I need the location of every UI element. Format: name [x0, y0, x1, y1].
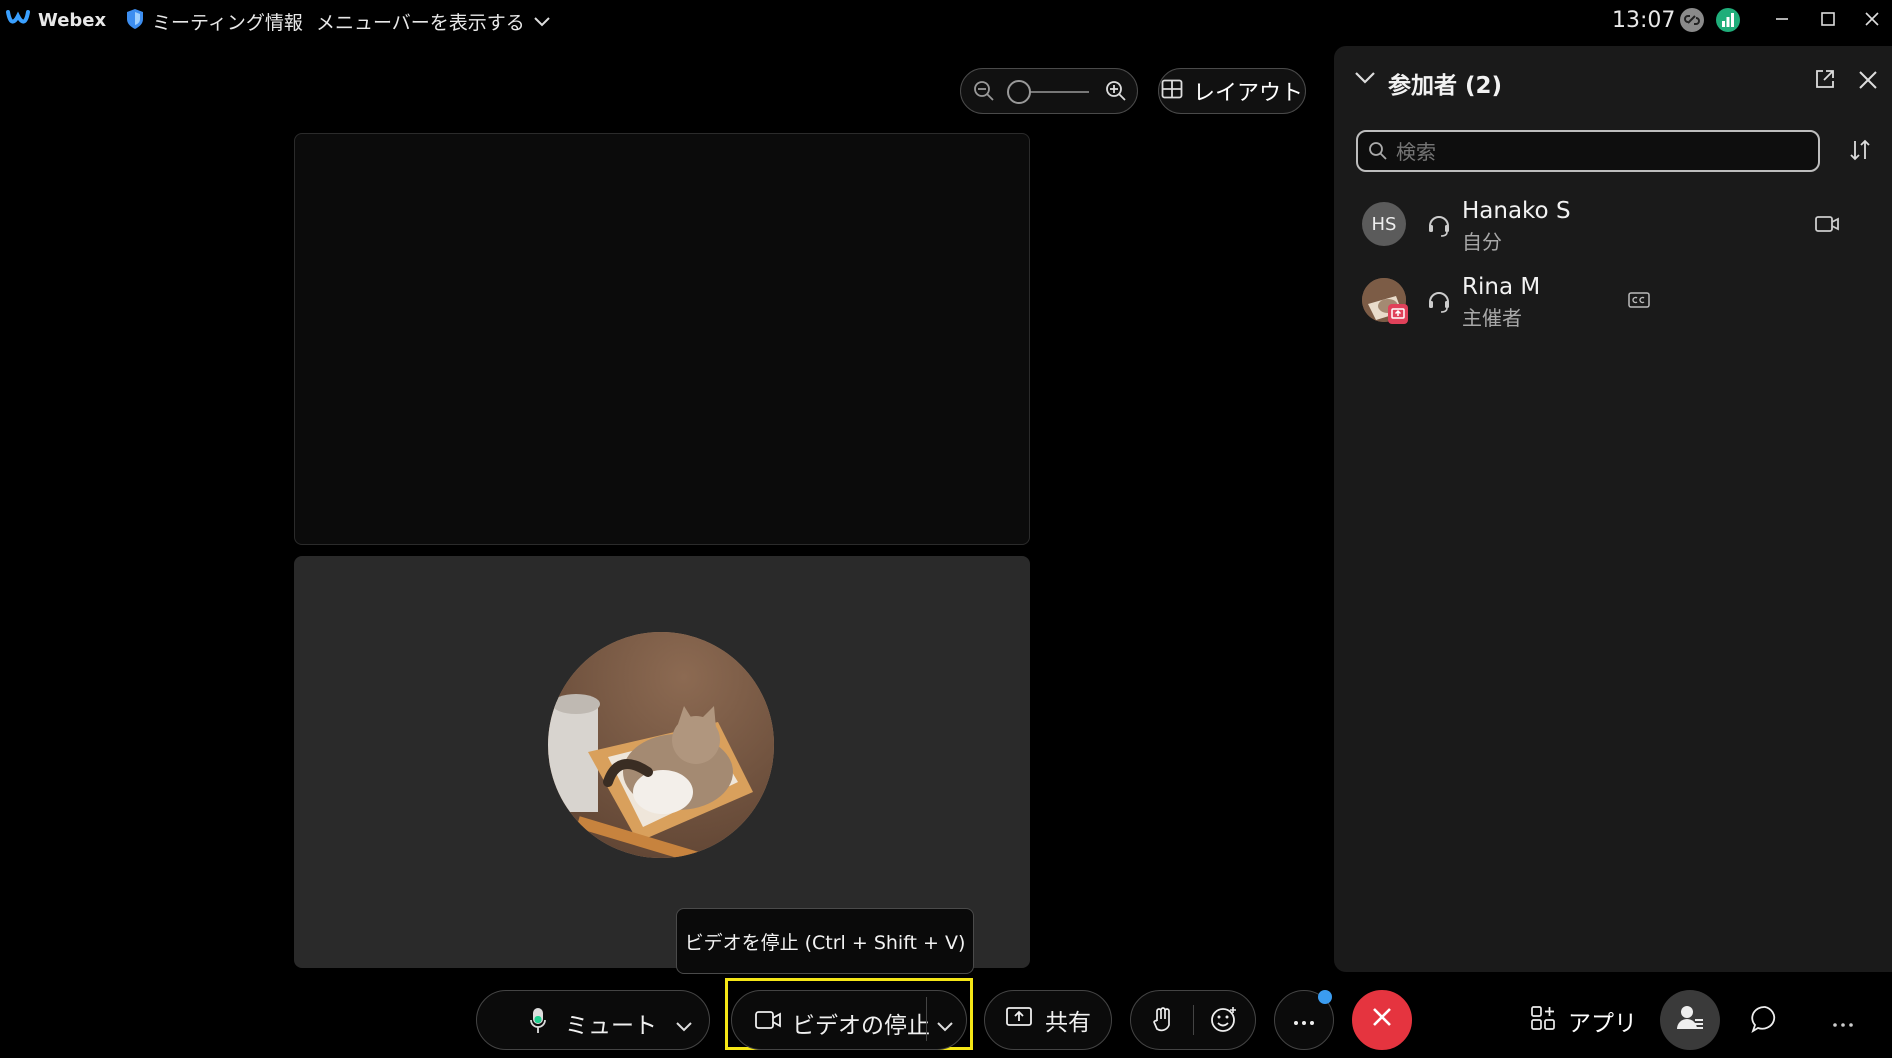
stop-video-label: ビデオの停止	[792, 1013, 930, 1039]
search-icon	[1368, 141, 1388, 165]
smiley-icon[interactable]	[1209, 1005, 1239, 1041]
close-window-button[interactable]	[1854, 6, 1890, 36]
link-icon[interactable]	[1680, 8, 1704, 32]
participant-row-rina[interactable]: Rina M 主催者	[1362, 270, 1862, 340]
participant-avatar-photo	[548, 632, 774, 858]
participants-panel-title: 参加者 (2)	[1388, 73, 1503, 99]
mute-label: ミュート	[565, 1013, 657, 1039]
zoom-out-icon[interactable]	[973, 80, 995, 106]
clock-time: 13:07	[1612, 8, 1676, 33]
chat-bubble-icon	[1750, 1006, 1780, 1038]
participant-name: Hanako S	[1462, 198, 1571, 224]
title-bar: Webex ミーティング情報 メニューバーを表示する 13:07	[0, 0, 1892, 42]
close-panel-icon[interactable]	[1858, 70, 1878, 94]
shield-icon	[126, 8, 144, 35]
tooltip-text: ビデオを停止 (Ctrl + Shift + V)	[684, 931, 966, 954]
participant-role: 自分	[1462, 230, 1502, 254]
camera-icon	[1814, 214, 1840, 238]
ellipsis-icon	[1292, 1007, 1316, 1033]
host-badge-icon	[1388, 304, 1408, 324]
app-name: Webex	[38, 10, 107, 31]
meeting-info-label: ミーティング情報	[152, 12, 303, 34]
headset-icon	[1426, 212, 1452, 242]
participants-icon	[1675, 1003, 1705, 1037]
apps-grid-icon	[1530, 1005, 1556, 1037]
search-input[interactable]	[1394, 135, 1808, 169]
end-call-button[interactable]	[1352, 990, 1412, 1050]
participants-toggle-button[interactable]	[1660, 990, 1720, 1050]
pop-out-icon[interactable]	[1814, 68, 1836, 94]
hand-icon[interactable]	[1151, 1005, 1175, 1041]
layout-grid-icon	[1161, 79, 1183, 103]
microphone-icon	[529, 1006, 547, 1042]
zoom-in-icon[interactable]	[1105, 80, 1127, 106]
button-divider	[1193, 1005, 1194, 1035]
clock: 13:07	[1612, 8, 1675, 33]
close-icon	[1864, 11, 1880, 31]
video-tile-bottom[interactable]	[294, 556, 1030, 968]
zoom-slider-handle[interactable]	[1007, 80, 1031, 104]
stop-video-tooltip: ビデオを停止 (Ctrl + Shift + V)	[676, 908, 974, 974]
maximize-button[interactable]	[1810, 6, 1846, 36]
reactions-group	[1130, 990, 1256, 1050]
minimize-icon	[1774, 11, 1790, 31]
zoom-control	[960, 68, 1138, 114]
video-options-chevron-icon[interactable]	[936, 1013, 954, 1039]
avatar: HS	[1362, 202, 1406, 246]
share-label: 共有	[1045, 1010, 1091, 1036]
maximize-icon	[1820, 11, 1836, 31]
app-brand: Webex	[6, 8, 106, 33]
apps-label: アプリ	[1568, 1011, 1637, 1037]
participant-search-box[interactable]	[1356, 130, 1820, 172]
participants-panel: 参加者 (2) HS Hanako S 自分	[1334, 46, 1892, 972]
overflow-menu-button[interactable]	[1832, 1014, 1854, 1033]
mute-button[interactable]: ミュート	[476, 990, 710, 1050]
chat-button[interactable]	[1750, 1004, 1780, 1038]
participant-role: 主催者	[1462, 306, 1522, 330]
camera-icon	[754, 1009, 782, 1037]
stop-video-button[interactable]: ビデオの停止	[731, 990, 967, 1050]
sort-icon[interactable]	[1848, 138, 1872, 166]
button-divider	[926, 997, 927, 1041]
share-screen-icon	[1005, 1006, 1033, 1034]
headset-icon	[1426, 288, 1452, 318]
participant-name: Rina M	[1462, 274, 1541, 300]
closed-captions-icon	[1628, 292, 1650, 312]
meeting-info-button[interactable]: ミーティング情報	[126, 8, 303, 35]
collapse-panel-chevron-icon[interactable]	[1354, 70, 1376, 89]
webex-logo-icon	[6, 8, 30, 33]
network-signal-icon[interactable]	[1716, 8, 1740, 32]
chevron-down-icon	[533, 11, 551, 33]
layout-label: レイアウト	[1192, 81, 1303, 106]
close-icon	[1371, 1006, 1393, 1034]
show-menubar-button[interactable]: メニューバーを表示する	[316, 8, 551, 35]
ellipsis-icon	[1832, 1014, 1854, 1033]
participant-row-hanako[interactable]: HS Hanako S 自分	[1362, 194, 1862, 264]
apps-button[interactable]: アプリ	[1530, 1004, 1637, 1038]
share-button[interactable]: 共有	[984, 990, 1112, 1050]
minimize-button[interactable]	[1764, 6, 1800, 36]
layout-button[interactable]: レイアウト	[1158, 68, 1306, 114]
show-menubar-label: メニューバーを表示する	[316, 12, 525, 34]
notification-dot	[1318, 990, 1332, 1004]
video-tile-top[interactable]	[294, 133, 1030, 545]
mute-options-chevron-icon[interactable]	[675, 1013, 693, 1039]
